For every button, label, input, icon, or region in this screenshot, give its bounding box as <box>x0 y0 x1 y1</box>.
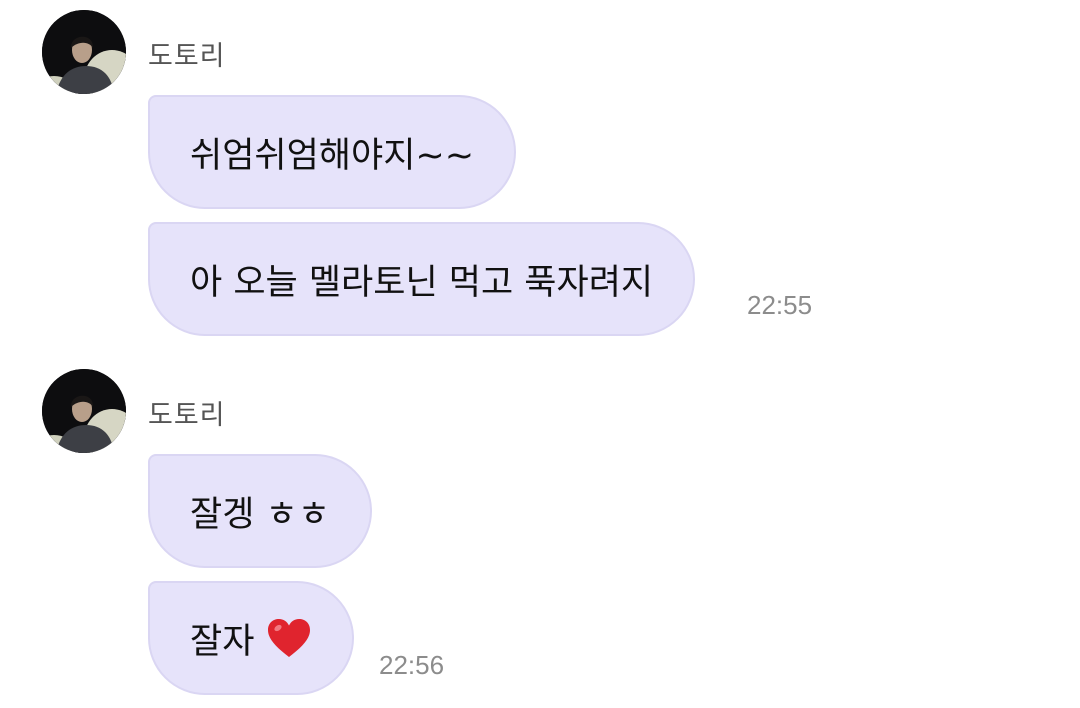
profile-avatar[interactable] <box>42 369 126 453</box>
message-text: 쉬엄쉬엄해야지~~ <box>190 135 475 176</box>
chat-view: 도토리 쉬엄쉬엄해야지~~ 아 오늘 멜라토닌 먹고 푹자려지 22:55 도토… <box>0 0 1080 708</box>
message-bubble[interactable]: 잘자 <box>148 581 355 695</box>
profile-photo-icon <box>42 369 126 453</box>
message-text: 잘겡 ㅎㅎ <box>190 494 330 535</box>
message-bubble[interactable]: 잘겡 ㅎㅎ <box>148 454 372 568</box>
message-bubble[interactable]: 쉬엄쉬엄해야지~~ <box>148 95 517 209</box>
message-text: 잘자 <box>190 621 255 662</box>
profile-avatar[interactable] <box>42 10 126 94</box>
message-timestamp: 22:55 <box>747 290 813 320</box>
message-bubble[interactable]: 아 오늘 멜라토닌 먹고 푹자려지 <box>148 222 696 336</box>
sender-name: 도토리 <box>148 41 226 72</box>
message-timestamp: 22:56 <box>379 650 445 680</box>
profile-photo-icon <box>42 10 126 94</box>
sender-name: 도토리 <box>148 400 226 431</box>
red-heart-icon <box>266 617 312 659</box>
message-text: 아 오늘 멜라토닌 먹고 푹자려지 <box>190 262 654 303</box>
